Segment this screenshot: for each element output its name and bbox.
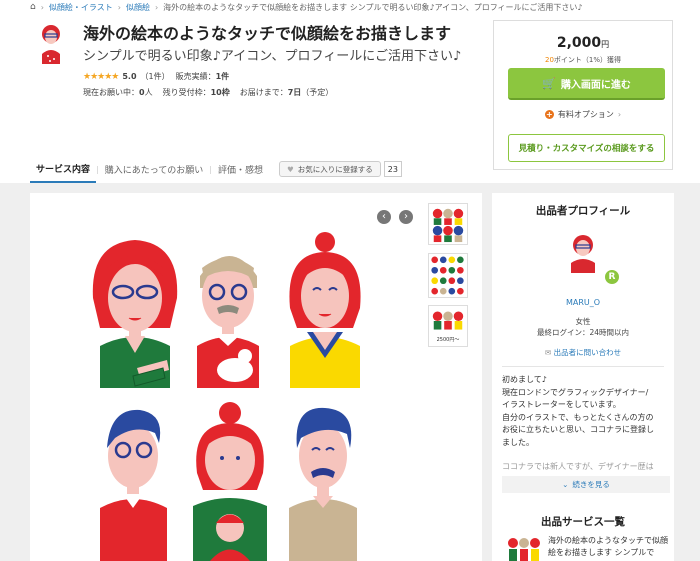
- review-count[interactable]: （1件）: [141, 71, 170, 82]
- seller-name[interactable]: MARU_O: [492, 298, 674, 307]
- favorite-button[interactable]: ♥ お気に入りに登録する: [279, 161, 381, 177]
- breadcrumb-link-illustration[interactable]: 似顔絵・イラスト: [49, 2, 113, 13]
- seller-bio: 初めまして♪ 現在ロンドンでグラフィックデザイナー/ イラストレーターをしていま…: [502, 375, 654, 471]
- gallery-thumbnail-1[interactable]: [428, 203, 468, 245]
- chevron-down-icon: ⌄: [562, 480, 569, 489]
- price: 2,000円: [556, 35, 610, 51]
- rank-badge: R: [603, 268, 621, 286]
- avatar[interactable]: [565, 233, 601, 273]
- breadcrumb-separator: ›: [40, 2, 44, 12]
- divider: [502, 366, 664, 367]
- buy-button[interactable]: 🛒 購入画面に進む: [508, 68, 665, 100]
- portrait-man-glasses: [197, 256, 259, 388]
- consult-button[interactable]: 見積り・カスタマイズの相談をする: [508, 134, 665, 162]
- seller-gender: 女性: [575, 317, 591, 326]
- breadcrumb-separator: ›: [117, 2, 121, 12]
- breadcrumb: ⌂ › 似顔絵・イラスト › 似顔絵 › 海外の絵本のようなタッチで似顔絵をお描…: [30, 0, 582, 14]
- delivery-time: お届けまで：7日（予定）: [239, 88, 334, 97]
- tab-reviews[interactable]: 評価・感想: [212, 155, 269, 183]
- tab-bar: サービス内容 | 購入にあたってのお願い | 評価・感想 ♥ お気に入りに登録す…: [30, 155, 402, 183]
- breadcrumb-current: 海外の絵本のようなタッチで似顔絵をお描きします シンプルで明るい印象♪アイコン、…: [163, 2, 583, 12]
- breadcrumb-link-portrait[interactable]: 似顔絵: [126, 2, 150, 13]
- services-heading: 出品サービス一覧: [541, 516, 625, 528]
- gallery-next-button[interactable]: ›: [399, 210, 413, 224]
- profile-heading: 出品者プロフィール: [535, 205, 631, 217]
- mail-icon: ✉: [544, 348, 552, 357]
- breadcrumb-separator: ›: [154, 2, 159, 12]
- thumbnail-price-icon: [432, 311, 464, 330]
- rating-score: 5.0: [122, 72, 137, 81]
- plus-icon: +: [544, 110, 554, 119]
- remaining-slots: 残り受付枠：10枠: [162, 88, 230, 97]
- star-rating-icon: ★★★★★: [83, 71, 119, 82]
- portrait-woman-glasses: [92, 240, 178, 388]
- page-subtitle: シンプルで明るい印象♪アイコン、プロフィールにご活用下さい♪: [83, 49, 462, 64]
- portrait-man-blue-hair: [100, 409, 167, 561]
- sales-label: 販売実績：: [175, 72, 216, 81]
- service-list-thumbnail[interactable]: [505, 535, 543, 561]
- tab-purchase-notes[interactable]: 購入にあたってのお願い: [99, 155, 210, 183]
- gallery-thumbnail-2[interactable]: [428, 253, 468, 298]
- main-portrait-illustration: [92, 232, 361, 561]
- portrait-woman-baby: [193, 402, 267, 561]
- chevron-right-icon: ›: [617, 110, 622, 119]
- gallery-thumbnail-3[interactable]: 2500円〜: [428, 305, 468, 347]
- points-info: 20ポイント（1%）獲得: [544, 56, 622, 64]
- seller-last-login: 最終ログイン：24時間以内: [536, 328, 630, 337]
- gallery-prev-button[interactable]: ‹: [377, 210, 391, 224]
- portrait-woman-bun: [289, 232, 361, 388]
- read-more-button[interactable]: ⌄ 続きを見る: [502, 476, 670, 493]
- thumbnail-caption: 2500円〜: [436, 337, 460, 343]
- service-meta: 現在お願い中：0人 残り受付枠：10枠 お届けまで：7日（予定）: [83, 87, 333, 98]
- contact-seller-link[interactable]: ✉ 出品者に問い合わせ: [492, 347, 674, 358]
- portrait-man-mustache: [289, 407, 357, 561]
- rating-row: ★★★★★ 5.0 （1件） 販売実績： 1件: [83, 71, 229, 82]
- cart-icon: 🛒: [542, 76, 556, 90]
- favorite-count: 23: [383, 161, 402, 177]
- purchase-box: 2,000円 20ポイント（1%）獲得 🛒 購入画面に進む + 有料オプション …: [493, 20, 673, 170]
- paid-option-link[interactable]: + 有料オプション ›: [494, 109, 672, 120]
- page-title: 海外の絵本のようなタッチで似顔絵をお描きします: [83, 24, 452, 43]
- tab-service-content[interactable]: サービス内容: [30, 155, 97, 183]
- service-thumbnail-icon: [42, 25, 60, 64]
- thumbnail-portraits-icon: [432, 208, 464, 243]
- home-icon[interactable]: ⌂: [30, 2, 36, 12]
- sales-value: 1件: [215, 72, 230, 81]
- service-list-title[interactable]: 海外の絵本のようなタッチで似顔絵をお描きします シンプルで: [548, 535, 668, 559]
- current-requests: 現在お願い中：0人: [83, 88, 153, 97]
- thumbnail-grid-icon: [431, 256, 464, 295]
- heart-icon: ♥: [287, 164, 294, 174]
